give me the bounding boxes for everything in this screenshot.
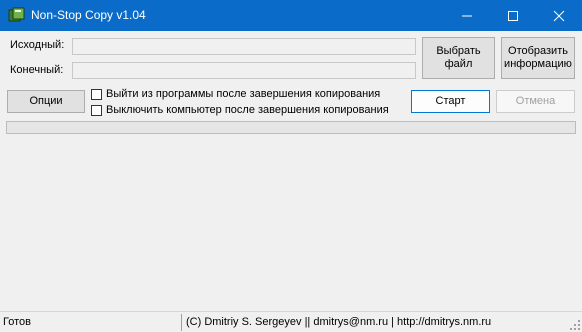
show-info-label: Отобразить информацию <box>504 45 572 70</box>
source-label: Исходный: <box>10 39 65 51</box>
cancel-label: Отмена <box>515 95 556 107</box>
resize-grip-icon[interactable] <box>570 320 580 330</box>
status-separator <box>181 314 182 331</box>
app-icon <box>8 7 25 22</box>
choose-file-label: Выбрать файл <box>436 45 481 70</box>
maximize-button[interactable] <box>490 0 536 31</box>
credits-text: (C) Dmitriy S. Sergeyev || dmitrys@nm.ru… <box>186 316 492 328</box>
minimize-button[interactable] <box>444 0 490 31</box>
options-button[interactable]: Опции <box>7 90 85 113</box>
shutdown-after-copy-checkbox[interactable]: Выключить компьютер после завершения коп… <box>91 104 389 116</box>
status-text: Готов <box>3 316 31 328</box>
checkbox-box[interactable] <box>91 88 102 100</box>
checkbox-box[interactable] <box>91 104 102 116</box>
choose-file-button[interactable]: Выбрать файл <box>422 37 495 79</box>
destination-field[interactable] <box>72 62 416 79</box>
status-bar: Готов (C) Dmitriy S. Sergeyev || dmitrys… <box>0 311 582 332</box>
source-field[interactable] <box>72 38 416 55</box>
window-title: Non-Stop Copy v1.04 <box>31 8 146 22</box>
exit-after-copy-checkbox[interactable]: Выйти из программы после завершения копи… <box>91 88 380 100</box>
start-label: Старт <box>435 95 466 107</box>
destination-label: Конечный: <box>10 64 64 76</box>
copy-progress-bar <box>6 121 576 134</box>
show-info-button[interactable]: Отобразить информацию <box>501 37 575 79</box>
minimize-icon <box>462 15 472 17</box>
start-button[interactable]: Старт <box>411 90 490 113</box>
app-window: Non-Stop Copy v1.04 Исходный: Конечный: … <box>0 0 582 332</box>
shutdown-after-copy-label: Выключить компьютер после завершения коп… <box>106 104 389 116</box>
maximize-icon <box>508 11 518 21</box>
title-bar[interactable]: Non-Stop Copy v1.04 <box>0 0 582 31</box>
cancel-button[interactable]: Отмена <box>496 90 575 113</box>
exit-after-copy-label: Выйти из программы после завершения копи… <box>106 88 381 100</box>
close-icon <box>553 10 565 22</box>
options-label: Опции <box>29 95 63 107</box>
close-button[interactable] <box>536 0 582 31</box>
